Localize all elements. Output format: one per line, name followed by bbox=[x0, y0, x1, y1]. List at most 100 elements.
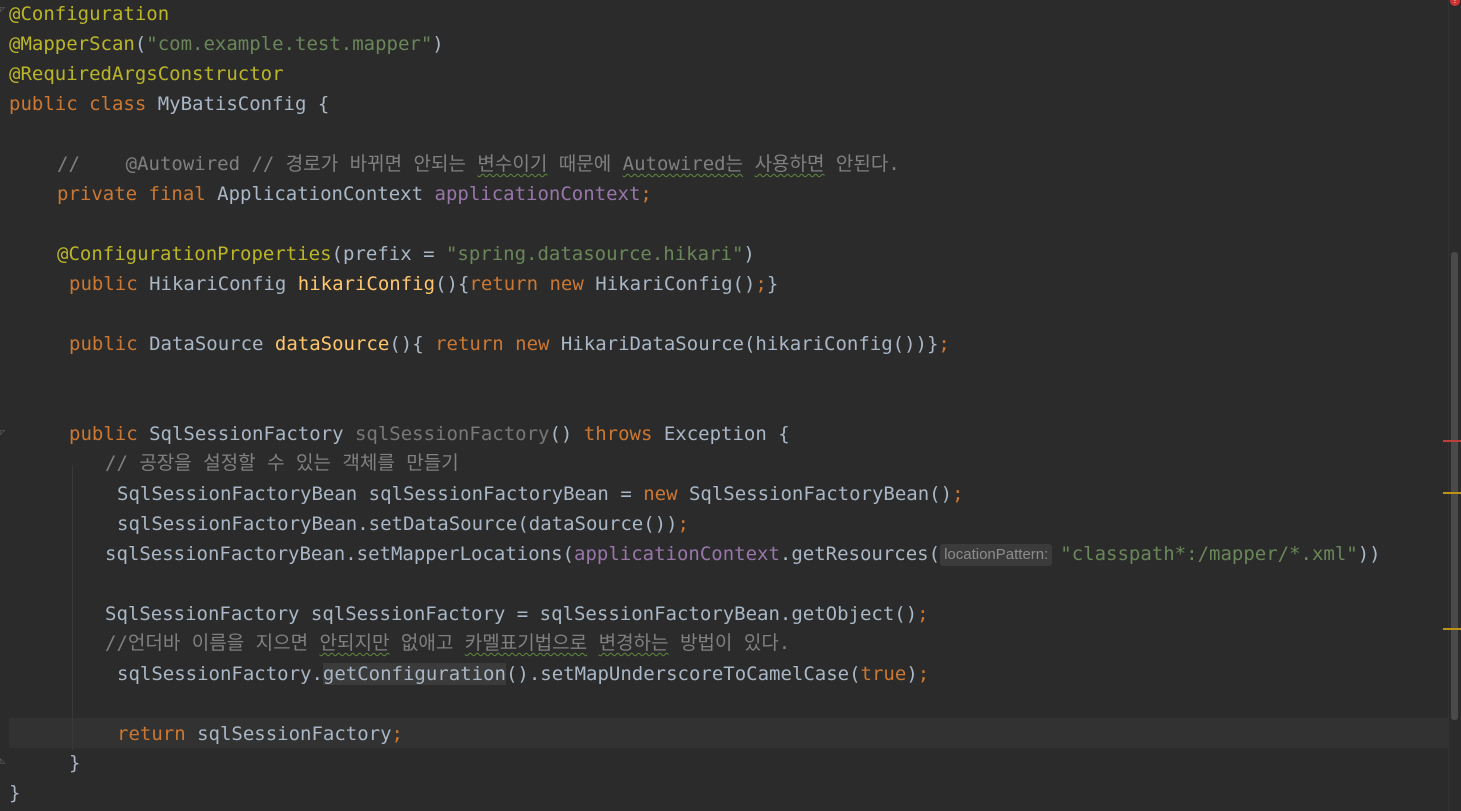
code-token: public bbox=[69, 333, 150, 355]
warning-stripe-marker[interactable] bbox=[1443, 492, 1461, 494]
code-token: getConfiguration bbox=[322, 663, 506, 685]
code-token: sqlSessionFactory bbox=[354, 423, 550, 445]
code-token: 안된다. bbox=[824, 153, 900, 175]
code-token: @Configuration bbox=[9, 3, 170, 25]
code-token: DataSource bbox=[149, 333, 275, 355]
code-token: public bbox=[69, 273, 150, 295]
code-token: ) bbox=[743, 243, 755, 265]
code-token: ; bbox=[938, 333, 950, 355]
code-line[interactable]: @ConfigurationProperties(prefix = "sprin… bbox=[57, 239, 755, 269]
code-token: // @Autowired // 경로가 바뀌면 안되는 bbox=[57, 153, 478, 175]
code-token: 없애고 bbox=[389, 632, 465, 654]
code-token: 변경하는 bbox=[598, 632, 669, 654]
code-token: @ConfigurationProperties bbox=[57, 243, 332, 265]
code-token: sqlSessionFactoryBean.setMapperLocations… bbox=[105, 543, 574, 565]
code-token: true bbox=[860, 663, 907, 685]
code-token: SqlSessionFactory sqlSessionFactory = sq… bbox=[105, 603, 918, 625]
fold-marker-icon[interactable]: ◺ bbox=[0, 756, 8, 766]
code-token: } bbox=[9, 782, 21, 804]
code-token: return new bbox=[469, 273, 596, 295]
code-token: dataSource bbox=[274, 333, 390, 355]
code-line[interactable]: sqlSessionFactoryBean.setMapperLocations… bbox=[105, 539, 1381, 569]
code-token: "spring.datasource.hikari" bbox=[445, 243, 744, 265]
fold-marker-icon[interactable]: ◸ bbox=[0, 5, 8, 15]
code-line[interactable]: //언더바 이름을 지으면 안되지만 없애고 카멜표기법으로 변경하는 방법이 … bbox=[105, 628, 790, 658]
code-line[interactable]: private final ApplicationContext applica… bbox=[57, 179, 652, 209]
code-token: 사용하면 bbox=[754, 153, 825, 175]
code-token: hikariConfig bbox=[297, 273, 436, 295]
code-line[interactable]: // @Autowired // 경로가 바뀌면 안되는 변수이기 때문에 Au… bbox=[57, 149, 900, 179]
code-token: return new bbox=[435, 333, 561, 355]
error-indicator-icon[interactable]: ! bbox=[1450, 0, 1460, 6]
code-line[interactable]: @MapperScan("com.example.test.mapper") bbox=[9, 29, 444, 59]
code-token: } bbox=[766, 273, 779, 295]
code-line[interactable]: } bbox=[69, 748, 80, 778]
code-token: @MapperScan bbox=[9, 33, 135, 55]
code-token: "classpath*:/mapper/*.xml" bbox=[1060, 543, 1358, 565]
code-line[interactable]: public DataSource dataSource(){ return n… bbox=[69, 329, 950, 359]
code-token: () bbox=[549, 423, 584, 445]
code-token: ; bbox=[640, 183, 652, 205]
code-line[interactable]: sqlSessionFactoryBean.setDataSource(data… bbox=[117, 509, 689, 539]
code-token: ; bbox=[952, 483, 964, 505]
code-token: ; bbox=[917, 603, 929, 625]
code-token: (){ bbox=[389, 333, 436, 355]
code-token: ; bbox=[755, 273, 767, 295]
code-line[interactable]: public SqlSessionFactory sqlSessionFacto… bbox=[69, 419, 790, 449]
code-token: Autowired는 bbox=[622, 153, 744, 175]
code-token: = bbox=[411, 243, 446, 265]
code-token: Exception { bbox=[663, 423, 790, 445]
error-stripe-marker[interactable] bbox=[1443, 440, 1461, 442]
code-token: SqlSessionFactory bbox=[149, 423, 355, 445]
code-token: 때문에 bbox=[547, 153, 623, 175]
code-line[interactable]: // 공장을 설정할 수 있는 객체를 만들기 bbox=[105, 448, 459, 478]
code-token: sqlSessionFactory. bbox=[117, 663, 323, 685]
code-line[interactable]: SqlSessionFactoryBean sqlSessionFactoryB… bbox=[117, 479, 964, 509]
parameter-hint: locationPattern: bbox=[940, 544, 1053, 566]
warning-stripe-marker[interactable] bbox=[1443, 628, 1461, 630]
code-token: ( bbox=[134, 33, 147, 55]
code-token: throws bbox=[583, 423, 664, 445]
code-token: 방법이 있다. bbox=[668, 632, 791, 654]
code-token: new bbox=[643, 483, 689, 505]
code-token: public bbox=[69, 423, 150, 445]
vertical-scrollbar[interactable]: ! bbox=[1443, 0, 1461, 811]
code-token: SqlSessionFactoryBean sqlSessionFactoryB… bbox=[117, 483, 644, 505]
code-token: HikariConfig bbox=[149, 273, 298, 295]
code-token: sqlSessionFactory bbox=[197, 723, 392, 745]
code-line[interactable]: return sqlSessionFactory; bbox=[117, 719, 403, 749]
code-token: @RequiredArgsConstructor bbox=[9, 63, 284, 85]
code-token: 변수이기 bbox=[477, 153, 548, 175]
code-token: )) bbox=[1357, 543, 1381, 565]
code-token: ApplicationContext bbox=[217, 183, 435, 205]
code-token: ; bbox=[677, 513, 689, 535]
code-line[interactable]: SqlSessionFactory sqlSessionFactory = sq… bbox=[105, 599, 929, 629]
code-line[interactable]: public class MyBatisConfig { bbox=[9, 89, 329, 119]
code-line[interactable]: public HikariConfig hikariConfig(){retur… bbox=[69, 269, 778, 299]
fold-marker-icon[interactable]: ◸ bbox=[0, 428, 8, 438]
code-token: ; bbox=[391, 723, 403, 745]
indent-guide bbox=[72, 465, 73, 750]
code-line[interactable]: } bbox=[9, 778, 20, 808]
code-token: ) bbox=[906, 663, 918, 685]
code-line[interactable]: sqlSessionFactory.getConfiguration().set… bbox=[117, 659, 929, 689]
code-line[interactable]: @RequiredArgsConstructor bbox=[9, 59, 284, 89]
code-token: private final bbox=[57, 183, 218, 205]
code-token: applicationContext bbox=[434, 183, 641, 205]
code-token: (){ bbox=[435, 273, 470, 295]
code-token: ().setMapUnderscoreToCamelCase( bbox=[505, 663, 861, 685]
code-editor[interactable]: ◸ ◸ ◺ @Configuration @MapperScan("com.ex… bbox=[0, 0, 1449, 811]
code-token: } bbox=[69, 752, 81, 774]
code-token: return bbox=[117, 723, 198, 745]
code-token: ; bbox=[917, 663, 930, 685]
code-token: SqlSessionFactoryBean() bbox=[688, 483, 953, 505]
code-token: 안되지만 bbox=[319, 632, 390, 654]
scrollbar-thumb[interactable] bbox=[1451, 252, 1458, 720]
code-token: applicationContext bbox=[574, 543, 780, 565]
code-line[interactable]: @Configuration bbox=[9, 0, 169, 29]
code-token: //언더바 이름을 지으면 bbox=[105, 632, 320, 654]
code-token: 카멜표기법으로 bbox=[464, 632, 588, 654]
code-token: sqlSessionFactoryBean.setDataSource(data… bbox=[117, 513, 678, 535]
